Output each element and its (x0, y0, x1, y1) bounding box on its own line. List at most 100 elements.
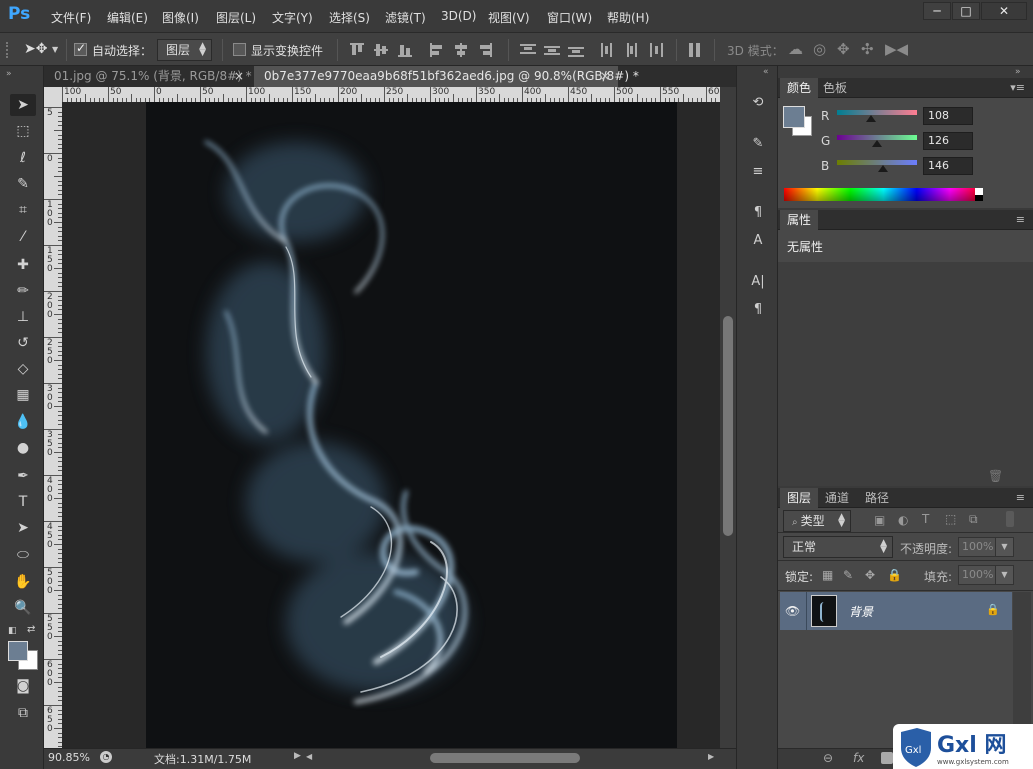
fx-icon[interactable]: fx (853, 751, 864, 765)
ellipse-tool-icon[interactable]: ⬭ (10, 544, 36, 566)
menu-window[interactable]: 窗口(W) (547, 9, 592, 26)
channel-r-slider-thumb[interactable] (866, 115, 876, 122)
close-icon[interactable]: × (600, 66, 610, 87)
menu-image[interactable]: 图像(I) (162, 9, 199, 26)
filter-type-icon[interactable]: T (922, 512, 929, 526)
path-select-tool-icon[interactable]: ➤ (10, 517, 36, 539)
dodge-tool-icon[interactable]: ● (10, 437, 36, 459)
paragraph-panel-icon[interactable]: ¶ (747, 300, 769, 320)
layer-name[interactable]: 背景 (849, 603, 873, 620)
align-left-icon[interactable] (430, 43, 446, 57)
collapse-icon[interactable]: » (1015, 67, 1021, 77)
hand-tool-icon[interactable]: ✋ (10, 571, 36, 593)
align-bottom-icon[interactable] (398, 43, 414, 57)
tab-swatches[interactable]: 色板 (816, 78, 854, 98)
zoom-level[interactable]: 90.85% (48, 751, 90, 764)
channel-g-slider-thumb[interactable] (872, 140, 882, 147)
tab-paths[interactable]: 路径 (858, 488, 896, 508)
channel-b-input[interactable]: 146 (923, 157, 973, 175)
auto-select-target-dropdown[interactable]: 图层 ▲ ▼ (157, 39, 212, 61)
distribute-left-icon[interactable] (600, 43, 616, 57)
history-brush-tool-icon[interactable]: ↺ (10, 332, 36, 354)
panel-menu-icon[interactable]: ≡ (1016, 213, 1025, 226)
chevron-down-icon[interactable]: ▼ (995, 565, 1014, 585)
panel-menu-icon[interactable]: ▾≡ (1010, 81, 1025, 94)
filter-shape-icon[interactable]: ⬚ (945, 512, 956, 526)
status-menu-icon[interactable]: ◔ (100, 751, 112, 763)
tab-channels[interactable]: 通道 (818, 488, 856, 508)
zoom-tool-icon[interactable]: 🔍 (10, 597, 36, 619)
gradient-tool-icon[interactable]: ▦ (10, 384, 36, 406)
brush-presets-panel-icon[interactable]: ✎ (747, 134, 769, 154)
show-transform-checkbox[interactable] (233, 43, 246, 56)
filter-adjustment-icon[interactable]: ◐ (898, 513, 908, 527)
status-arrow-icon[interactable]: ▶ (294, 751, 301, 761)
add-mask-icon[interactable] (881, 752, 893, 764)
collapse-icon[interactable]: » (6, 69, 12, 79)
menu-layer[interactable]: 图层(L) (216, 9, 256, 26)
screen-mode-icon[interactable]: ⧉ (10, 702, 36, 724)
marquee-tool-icon[interactable]: ⬚ (10, 120, 36, 142)
3d-pan-icon[interactable]: ✥ (837, 40, 850, 58)
scroll-right-icon[interactable]: ▶ (708, 752, 714, 761)
menu-select[interactable]: 选择(S) (329, 9, 370, 26)
menu-3d[interactable]: 3D(D) (441, 9, 476, 23)
3d-scale-icon[interactable]: ▶◀ (885, 40, 908, 58)
auto-select-checkbox[interactable]: ✓ (74, 41, 87, 56)
align-right-icon[interactable] (478, 43, 494, 57)
channel-g-input[interactable]: 126 (923, 132, 973, 150)
3d-roll-icon[interactable]: ◎ (813, 40, 826, 58)
character-panel-icon[interactable]: A| (747, 272, 769, 292)
channel-b-slider-thumb[interactable] (878, 165, 888, 172)
swap-colors-icon[interactable]: ⇄ (27, 624, 35, 635)
blur-tool-icon[interactable]: 💧 (10, 411, 36, 433)
menu-help[interactable]: 帮助(H) (607, 9, 649, 26)
foreground-color-swatch[interactable] (783, 106, 805, 128)
close-window-button[interactable]: ✕ (981, 2, 1027, 20)
layer-filter-dropdown[interactable]: ⌕ 类型 ▲ ▼ (783, 510, 851, 532)
menu-filter[interactable]: 滤镜(T) (385, 9, 426, 26)
distribute-vcenter-icon[interactable] (544, 43, 560, 57)
lock-all-icon[interactable]: 🔒 (887, 568, 902, 582)
horizontal-scrollbar-thumb[interactable] (430, 753, 580, 763)
eyedropper-tool-icon[interactable]: ⁄ (10, 226, 36, 248)
foreground-color-swatch[interactable] (8, 641, 28, 661)
quick-mask-icon[interactable]: ◙ (10, 675, 36, 697)
panel-menu-icon[interactable]: ≡ (1016, 491, 1025, 504)
menu-view[interactable]: 视图(V) (488, 9, 530, 26)
move-tool-icon[interactable]: ➤ (10, 94, 36, 116)
vertical-scrollbar-thumb[interactable] (723, 316, 733, 536)
close-icon[interactable]: × (234, 66, 244, 87)
lock-position-icon[interactable]: ✥ (865, 568, 875, 582)
channel-r-slider[interactable] (837, 110, 917, 115)
auto-align-icon[interactable] (688, 43, 704, 57)
trash-icon[interactable]: 🗑 (988, 469, 1003, 483)
lasso-tool-icon[interactable]: ℓ (10, 147, 36, 169)
pen-tool-icon[interactable]: ✒ (10, 465, 36, 487)
move-tool-icon[interactable]: ➤✥ (24, 41, 47, 57)
distribute-hcenter-icon[interactable] (624, 43, 640, 57)
blend-mode-dropdown[interactable]: 正常 ▲ ▼ (783, 536, 893, 558)
minimize-button[interactable]: ─ (923, 2, 951, 20)
layers-scrollbar[interactable] (1013, 592, 1031, 746)
tab-layers[interactable]: 图层 (780, 488, 819, 508)
link-layers-icon[interactable]: ⊖ (823, 751, 833, 765)
default-colors-icon[interactable]: ◧ (8, 626, 17, 636)
menu-edit[interactable]: 编辑(E) (107, 9, 148, 26)
smoke-image-canvas[interactable] (146, 102, 677, 748)
distribute-right-icon[interactable] (648, 43, 664, 57)
lock-transparent-icon[interactable]: ▦ (822, 568, 833, 582)
align-top-icon[interactable] (350, 43, 366, 57)
distribute-bottom-icon[interactable] (568, 43, 584, 57)
color-spectrum-bar[interactable] (784, 188, 983, 201)
menu-type[interactable]: 文字(Y) (272, 9, 313, 26)
paragraph-styles-icon[interactable]: ¶ (747, 203, 769, 223)
filter-toggle[interactable] (1006, 511, 1014, 527)
brush-tool-icon[interactable]: ✏ (10, 280, 36, 302)
layer-row[interactable]: 👁 背景 🔒 (780, 592, 1012, 630)
3d-slide-icon[interactable]: ✣ (861, 40, 874, 58)
tab-color[interactable]: 颜色 (780, 78, 819, 98)
distribute-top-icon[interactable] (520, 43, 536, 57)
quick-select-tool-icon[interactable]: ✎ (10, 173, 36, 195)
healing-brush-tool-icon[interactable]: ✚ (10, 254, 36, 276)
